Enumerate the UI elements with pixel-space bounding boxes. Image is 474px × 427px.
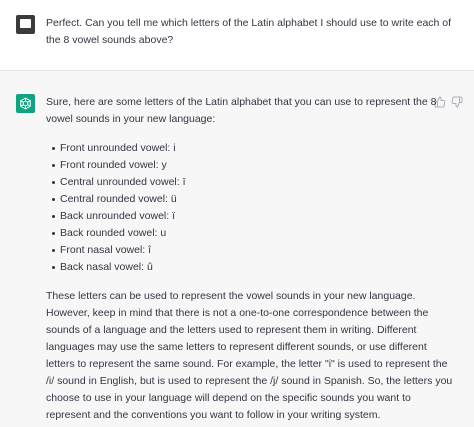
assistant-outro: These letters can be used to represent t… bbox=[46, 290, 453, 421]
user-message: Perfect. Can you tell me which letters o… bbox=[0, 0, 474, 71]
openai-logo-icon bbox=[16, 94, 35, 113]
list-item: Front rounded vowel: y bbox=[46, 157, 456, 174]
user-avatar-icon bbox=[16, 15, 35, 34]
list-item: Back rounded vowel: u bbox=[46, 225, 456, 242]
list-item: Front unrounded vowel: i bbox=[46, 140, 456, 157]
list-item: Back unrounded vowel: ï bbox=[46, 208, 456, 225]
assistant-intro: Sure, here are some letters of the Latin… bbox=[46, 96, 437, 125]
list-item: Central rounded vowel: ü bbox=[46, 191, 456, 208]
list-item: Back nasal vowel: û bbox=[46, 259, 456, 276]
assistant-message: Sure, here are some letters of the Latin… bbox=[46, 94, 456, 424]
user-message-text: Perfect. Can you tell me which letters o… bbox=[46, 17, 452, 46]
list-item: Front nasal vowel: î bbox=[46, 242, 456, 259]
list-item: Central unrounded vowel: ī bbox=[46, 174, 456, 191]
vowel-list: Front unrounded vowel: i Front rounded v… bbox=[46, 140, 456, 276]
